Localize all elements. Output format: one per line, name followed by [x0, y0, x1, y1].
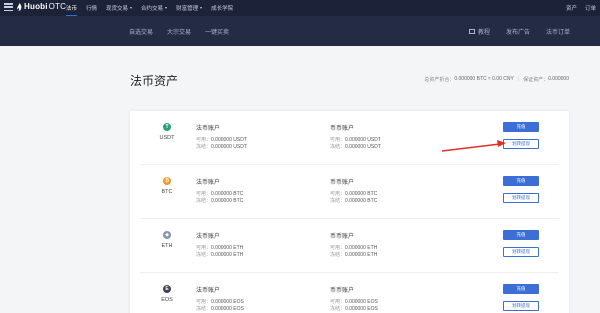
legal-account-title: 法币账户 [196, 234, 221, 240]
assets-link[interactable]: 资产 [566, 4, 577, 12]
coin-frozen-value: 0.000000 BTC [345, 198, 378, 204]
usdt-coin-icon: T [163, 123, 171, 131]
total-assets-label: 总资产折合： [424, 77, 455, 83]
transfer-withdraw-button[interactable]: 划转提现 [503, 247, 539, 257]
margin-assets-value: 0.000000 [548, 76, 569, 82]
transfer-withdraw-button[interactable]: 划转提现 [503, 139, 539, 149]
page-title: 法币资产 [130, 74, 179, 88]
coin-account-title: 币币账户 [330, 234, 355, 240]
legal-available-value: 0.000000 EOS [211, 299, 244, 305]
coin-cell: E EOS [154, 285, 180, 303]
legal-account-cell: 法币账户 可用：0.000000 ETH 冻结：0.000000 ETH [196, 231, 243, 259]
publish-ad-link[interactable]: 发布广告 [506, 27, 530, 36]
asset-list-card: T USDT 法币账户 可用：0.000000 USDT 冻结：0.000000… [130, 111, 569, 313]
orders-link[interactable]: 订单 [585, 4, 596, 12]
asset-summary: 总资产折合： 0.000000 BTC ≈ 0.00 CNY | 保证资产： 0… [424, 76, 569, 83]
coin-frozen-value: 0.000000 ETH [345, 252, 378, 258]
legal-frozen-value: 0.000000 BTC [211, 198, 244, 204]
coin-account-cell: 币币账户 可用：0.000000 ETH 冻结：0.000000 ETH [330, 231, 377, 259]
coin-available-value: 0.000000 ETH [345, 245, 378, 251]
huobi-flame-icon [17, 2, 22, 11]
coin-account-title: 币币账户 [330, 288, 355, 294]
chevron-down-icon [165, 7, 168, 9]
coin-name: USDT [159, 135, 175, 141]
top-right-links: 资产 订单 [558, 0, 596, 16]
asset-row-eth: ◆ ETH 法币账户 可用：0.000000 ETH 冻结：0.000000 E… [140, 219, 559, 273]
transfer-withdraw-button[interactable]: 划转提现 [503, 301, 539, 311]
top-navbar: Huobi OTC 法币 行情 现货交易 合约交易 财富管理 成长学院 资产 订… [0, 0, 600, 16]
coin-cell: ₿ BTC [154, 177, 180, 195]
fiat-orders-link[interactable]: 法币订单 [546, 27, 570, 36]
tutorial-icon [468, 28, 475, 34]
legal-frozen-value: 0.000000 EOS [211, 306, 244, 312]
legal-available-value: 0.000000 USDT [211, 137, 247, 143]
nav-item-fiat[interactable]: 法币 [66, 0, 78, 16]
coin-account-cell: 币币账户 可用：0.000000 EOS 冻结：0.000000 EOS [330, 285, 378, 313]
legal-account-title: 法币账户 [196, 180, 221, 186]
recharge-button[interactable]: 充值 [503, 176, 539, 186]
legal-account-cell: 法币账户 可用：0.000000 USDT 冻结：0.000000 USDT [196, 123, 247, 151]
chevron-down-icon [130, 7, 133, 9]
asset-row-usdt: T USDT 法币账户 可用：0.000000 USDT 冻结：0.000000… [140, 111, 559, 165]
logo-text-main: Huobi [24, 2, 48, 11]
legal-account-title: 法币账户 [196, 288, 221, 294]
nav-item-contract[interactable]: 合约交易 [141, 0, 168, 16]
tutorial-link[interactable]: 教程 [468, 27, 490, 36]
nav-item-academy[interactable]: 成长学院 [211, 0, 233, 16]
recharge-button[interactable]: 充值 [503, 284, 539, 294]
logo-text-sub: OTC [48, 2, 67, 11]
eos-coin-icon: E [163, 285, 171, 293]
coin-available-value: 0.000000 USDT [345, 137, 381, 143]
btc-coin-icon: ₿ [163, 177, 171, 185]
coin-account-cell: 币币账户 可用：0.000000 BTC 冻结：0.000000 BTC [330, 177, 377, 205]
legal-frozen-value: 0.000000 ETH [211, 252, 244, 258]
legal-account-cell: 法币账户 可用：0.000000 EOS 冻结：0.000000 EOS [196, 285, 244, 313]
coin-frozen-value: 0.000000 USDT [345, 144, 381, 150]
recharge-button[interactable]: 充值 [503, 122, 539, 132]
subnav-bulk-trade[interactable]: 大宗交易 [167, 27, 191, 36]
nav-item-wealth[interactable]: 财富管理 [176, 0, 203, 16]
margin-assets-label: 保证资产： [523, 77, 549, 83]
huobi-otc-logo[interactable]: Huobi OTC [17, 2, 66, 11]
sub-navbar: 自选交易 大宗交易 一键买卖 教程 发布广告 法币订单 [0, 16, 600, 46]
coin-name: ETH [161, 243, 173, 249]
asset-row-btc: ₿ BTC 法币账户 可用：0.000000 BTC 冻结：0.000000 B… [140, 165, 559, 219]
coin-available-value: 0.000000 BTC [345, 191, 378, 197]
asset-row-eos: E EOS 法币账户 可用：0.000000 EOS 冻结：0.000000 E… [140, 273, 559, 313]
coin-frozen-value: 0.000000 EOS [345, 306, 378, 312]
coin-account-cell: 币币账户 可用：0.000000 USDT 冻结：0.000000 USDT [330, 123, 381, 151]
coin-account-title: 币币账户 [330, 126, 355, 132]
coin-available-value: 0.000000 EOS [345, 299, 378, 305]
subnav-self-select[interactable]: 自选交易 [129, 27, 153, 36]
legal-available-value: 0.000000 BTC [211, 191, 244, 197]
legal-available-value: 0.000000 ETH [211, 245, 244, 251]
main-nav: 法币 行情 现货交易 合约交易 财富管理 成长学院 [66, 0, 242, 16]
trade-mode-nav: 自选交易 大宗交易 一键买卖 [129, 16, 243, 46]
coin-name: BTC [161, 189, 173, 195]
sub-right-actions: 教程 发布广告 法币订单 [453, 16, 570, 46]
legal-account-cell: 法币账户 可用：0.000000 BTC 冻结：0.000000 BTC [196, 177, 243, 205]
coin-name: EOS [161, 297, 173, 303]
subnav-quick-trade[interactable]: 一键买卖 [205, 27, 229, 36]
total-assets-value: 0.000000 BTC ≈ 0.00 CNY [454, 76, 514, 82]
nav-item-spot[interactable]: 现货交易 [106, 0, 133, 16]
coin-account-title: 币币账户 [330, 180, 355, 186]
menu-icon[interactable] [4, 3, 13, 11]
coin-cell: T USDT [154, 123, 180, 141]
recharge-button[interactable]: 充值 [503, 230, 539, 240]
transfer-withdraw-button[interactable]: 划转提现 [503, 193, 539, 203]
eth-coin-icon: ◆ [163, 231, 171, 239]
legal-frozen-value: 0.000000 USDT [211, 144, 247, 150]
nav-item-market[interactable]: 行情 [86, 0, 97, 16]
chevron-down-icon [200, 7, 203, 9]
coin-cell: ◆ ETH [154, 231, 180, 249]
legal-account-title: 法币账户 [196, 126, 221, 132]
